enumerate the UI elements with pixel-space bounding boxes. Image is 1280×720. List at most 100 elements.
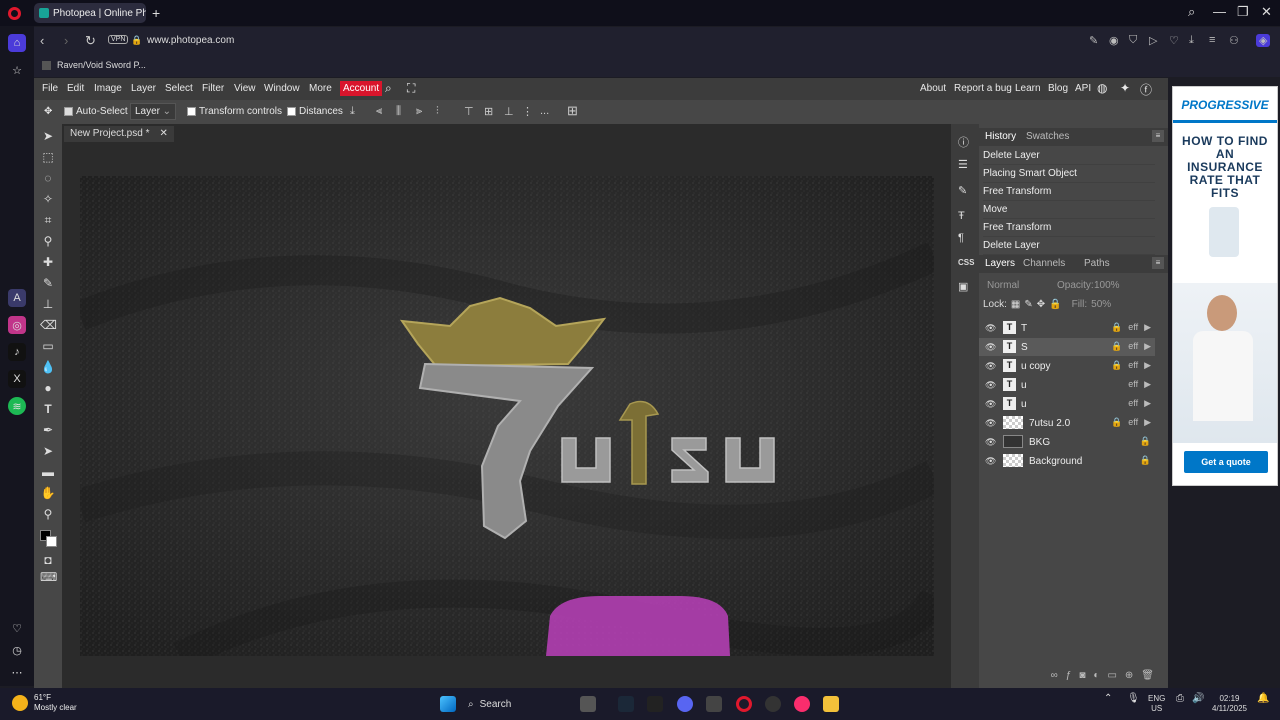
history-menu-icon[interactable]: ≡ [1152,130,1164,142]
eye-icon[interactable]: 👁 [985,399,996,410]
app-icon[interactable] [706,696,722,712]
info-icon[interactable]: ⓘ [958,134,969,150]
file-explorer-icon[interactable] [823,696,839,712]
quick-mask-icon[interactable]: ◘ [40,552,56,568]
menu-report-bug[interactable]: Report a bug [954,83,1012,94]
menu-view[interactable]: View [234,83,256,94]
account-button[interactable]: Account [340,81,383,96]
discord-icon[interactable] [677,696,693,712]
align-middle-icon[interactable]: ⊞ [484,105,493,118]
menu-edit[interactable]: Edit [67,83,84,94]
history-item[interactable]: Delete Layer [983,238,1155,255]
download-icon[interactable]: ⤓ [1189,34,1194,47]
search-tabs-icon[interactable]: ⌕ [1188,4,1195,20]
image-panel-icon[interactable]: ▣ [958,280,968,293]
home-icon[interactable]: ⌂ [8,34,26,52]
document-tab[interactable]: New Project.psd * ✕ [64,126,174,142]
paragraph-icon[interactable]: ¶ [958,232,964,244]
brush-tool-icon[interactable]: ✎ [40,275,56,291]
fullscreen-icon[interactable]: ⛶ [407,81,415,96]
type-tool-icon[interactable]: T [40,401,56,417]
auto-select-checkbox[interactable] [64,107,73,116]
microphone-icon[interactable]: 🎙 [1127,694,1140,704]
history-item[interactable]: Delete Layer [983,148,1155,165]
volume-icon[interactable]: 🔊 [1192,694,1204,704]
fx-label[interactable]: eff [1128,379,1138,390]
lock-all-icon[interactable]: 🔒 [1049,299,1061,310]
menu-layer[interactable]: Layer [131,83,156,94]
expand-arrow-icon[interactable]: ▶ [1144,341,1151,352]
reload-icon[interactable]: ↻ [85,33,96,49]
tab-swatches[interactable]: Swatches [1026,131,1069,142]
crop-tool-icon[interactable]: ⌗ [40,212,56,228]
eye-icon[interactable]: 👁 [985,437,996,448]
heart-icon[interactable]: ♡ [8,619,26,637]
character-icon[interactable]: Ŧ [958,210,965,222]
new-group-icon[interactable]: ▭ [1107,670,1116,684]
eye-icon[interactable]: 👁 [985,323,996,334]
eyedropper-tool-icon[interactable]: ⚲ [40,233,56,249]
opera-taskbar-icon[interactable] [736,696,752,712]
layer-row[interactable]: 👁 Background 🔒 [979,452,1155,470]
eye-icon[interactable]: 👁 [985,456,996,467]
dodge-tool-icon[interactable]: ● [40,380,56,396]
spotify-icon[interactable]: ≋ [8,397,26,415]
expand-arrow-icon[interactable]: ▶ [1144,398,1151,409]
fx-label[interactable]: eff [1128,360,1138,371]
expand-arrow-icon[interactable]: ▶ [1144,379,1151,390]
layer-row-selected[interactable]: 👁 T S 🔒 eff ▶ [979,338,1155,356]
clock[interactable]: 02:19 4/11/2025 [1212,694,1247,714]
obs-icon[interactable] [765,696,781,712]
document-close-icon[interactable]: ✕ [159,128,167,140]
document-canvas[interactable] [80,176,934,656]
app-icon[interactable]: A [8,289,26,307]
task-view-icon[interactable] [580,696,596,712]
fx-label[interactable]: eff [1128,417,1138,428]
new-tab-button[interactable]: + [152,5,160,21]
notification-icon[interactable]: 🔔 [1257,694,1269,704]
get-quote-button[interactable]: Get a quote [1184,451,1268,473]
adjustment-layer-icon[interactable]: ◐ [1093,670,1099,684]
auto-select-option[interactable]: Auto-Select [64,106,128,117]
shape-tool-icon[interactable]: ▬ [40,464,56,480]
align-bottom-icon[interactable]: ⊥ [504,105,514,118]
blur-tool-icon[interactable]: 💧 [40,359,56,375]
healing-tool-icon[interactable]: ✚ [40,254,56,270]
lock-position-icon[interactable]: ✥ [1037,299,1045,310]
fx-label[interactable]: eff [1128,398,1138,409]
steam-icon[interactable] [618,696,634,712]
camera-icon[interactable]: ◉ [1109,34,1119,47]
align-center-icon[interactable]: ⫼ [396,105,401,118]
shield-icon[interactable]: ⛉ [1129,34,1137,47]
music-icon[interactable] [794,696,810,712]
facebook-icon[interactable]: ⓕ [1140,81,1152,98]
path-select-tool-icon[interactable]: ➤ [40,443,56,459]
play-icon[interactable]: ▷ [1149,34,1157,47]
layer-row[interactable]: 👁 T T 🔒 eff ▶ [979,319,1155,337]
brush-panel-icon[interactable]: ✎ [958,184,967,197]
tab-paths[interactable]: Paths [1084,258,1110,269]
fx-label[interactable]: eff [1128,322,1138,333]
advertisement[interactable]: PROGRESSIVE HOW TO FIND AN INSURANCE RAT… [1172,86,1278,486]
tray-chevron-icon[interactable]: ⌃ [1104,694,1112,704]
zoom-tool-icon[interactable]: ⚲ [40,506,56,522]
language-indicator[interactable]: ENG US [1148,694,1165,714]
menu-about[interactable]: About [920,83,946,94]
canvas-area[interactable]: New Project.psd * ✕ [62,124,951,688]
history-clock-icon[interactable]: ◷ [8,641,26,659]
distances-option[interactable]: Distances [287,106,343,117]
adjustments-icon[interactable]: ☰ [958,158,968,171]
profile-icon[interactable]: ⚇ [1229,34,1239,47]
eye-icon[interactable]: 👁 [985,418,996,429]
history-item[interactable]: Placing Smart Object [983,166,1155,183]
star-icon[interactable]: ☆ [8,61,26,79]
distribute-vertical-icon[interactable]: ⋮ [522,105,533,118]
url-field[interactable]: www.photopea.com [147,35,234,46]
reddit-icon[interactable]: ◍ [1097,81,1107,95]
delete-layer-icon[interactable]: 🗑 [1141,670,1154,684]
menu-window[interactable]: Window [264,83,300,94]
expand-arrow-icon[interactable]: ▶ [1144,322,1151,333]
eye-icon[interactable]: 👁 [985,361,996,372]
more-dots-icon[interactable]: ⋯ [8,663,26,681]
layer-row[interactable]: 👁 T u eff ▶ [979,395,1155,413]
